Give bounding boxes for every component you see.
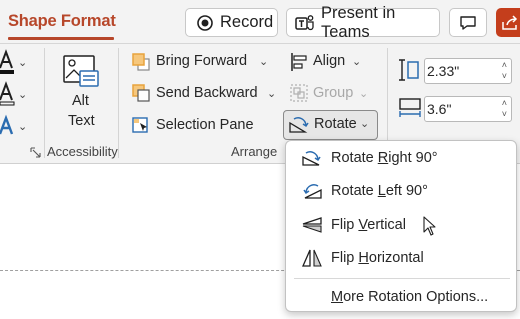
menu-item-label: Rotate Left 90° [331,183,428,199]
shape-width-value: 3.6" [427,101,452,117]
share-icon [501,14,519,31]
teams-icon [295,14,315,32]
send-backward-label: Send Backward [156,85,258,101]
group-chevron[interactable]: ⌄ [359,87,368,100]
record-button[interactable]: Record [185,8,278,37]
rotate-chevron: ⌄ [360,118,370,130]
menu-item-label: Flip Vertical [331,217,406,233]
text-fill-dropdown-chevron[interactable]: ⌄ [18,56,27,69]
shape-height-spinner[interactable]: ˄ ˅ [502,60,507,82]
mouse-cursor-icon [423,216,436,236]
menu-item-rotate-left[interactable]: Rotate Left 90° [286,175,516,207]
alt-text-label-line2: Text [68,113,95,129]
rotate-left-icon [303,184,322,199]
shape-height-input[interactable]: 2.33" ˄ ˅ [424,58,512,84]
group-label: Group [313,85,354,101]
alt-text-icon [63,55,99,87]
comments-button[interactable] [449,8,487,37]
menu-item-flip-vertical[interactable]: Flip Vertical [286,209,516,241]
menu-item-label: Flip Horizontal [331,250,424,266]
flip-vertical-icon [302,217,322,233]
menu-item-more-rotation-options[interactable]: More Rotation Options... [286,281,516,313]
group-separator [118,48,119,158]
rotate-right-icon [302,151,321,166]
align-label: Align [313,53,346,69]
present-label: Present in Teams [321,3,396,41]
flip-horizontal-icon [302,249,322,267]
rotate-menu: Rotate Right 90° Rotate Left 90° Flip Ve… [285,140,517,312]
tab-shape-format[interactable]: Shape Format [8,12,116,31]
rotate-icon [289,117,309,133]
menu-divider [294,278,510,279]
rotate-button[interactable]: Rotate ⌄ [283,110,378,140]
group-icon [290,84,308,102]
text-effects-dropdown-chevron[interactable]: ⌄ [18,120,27,133]
menu-item-rotate-right[interactable]: Rotate Right 90° [286,142,516,174]
shape-height-value: 2.33" [427,63,460,79]
shape-width-icon [398,96,422,120]
bring-forward-icon [132,53,150,71]
shape-width-spinner[interactable]: ˄ ˅ [502,98,507,120]
dialog-launcher-icon [30,147,41,158]
send-backward-icon [132,84,150,102]
title-bar: Shape Format Record Present in Teams [0,0,520,44]
bring-forward-label: Bring Forward [156,53,248,69]
present-in-teams-button[interactable]: Present in Teams [286,4,440,41]
arrange-group-label: Arrange [231,144,278,159]
menu-item-label: More Rotation Options... [331,289,489,305]
text-outline-dropdown-chevron[interactable]: ⌄ [18,88,27,101]
align-chevron[interactable]: ⌄ [352,55,361,68]
menu-item-flip-horizontal[interactable]: Flip Horizontal [286,242,516,274]
bring-forward-chevron[interactable]: ⌄ [259,55,268,68]
shape-height-icon [398,58,420,82]
selection-pane-icon [132,117,148,133]
align-icon [291,53,307,71]
group-separator [44,48,45,158]
menu-item-label: Rotate Right 90° [331,150,438,166]
send-backward-chevron[interactable]: ⌄ [267,87,276,100]
record-icon [196,14,214,32]
accessibility-group-label: Accessibility [47,144,118,159]
wordart-dialog-launcher[interactable] [30,145,42,158]
shape-width-input[interactable]: 3.6" ˄ ˅ [424,96,512,122]
share-button[interactable] [496,8,520,37]
alt-text-label-line1: Alt [72,93,89,109]
comment-icon [459,15,477,31]
selection-pane-label: Selection Pane [156,117,254,133]
rotate-label: Rotate [314,116,357,132]
active-tab-indicator [8,37,114,40]
record-label: Record [220,13,274,31]
